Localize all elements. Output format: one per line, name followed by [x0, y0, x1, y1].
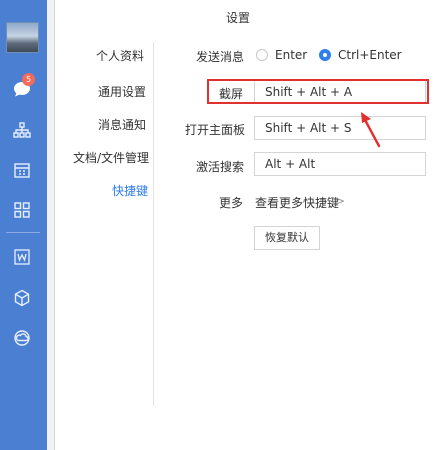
settings-window [54, 0, 444, 450]
unread-badge: 5 [22, 73, 35, 86]
open-panel-label: 打开主面板 [185, 123, 246, 137]
apps-icon[interactable] [11, 199, 33, 221]
sidebar-divider [6, 232, 40, 233]
more-label: 更多 [219, 196, 244, 210]
calendar-icon[interactable] [11, 159, 33, 181]
annotation-arrow-icon [361, 112, 381, 148]
nav-divider [153, 42, 154, 406]
open-panel-shortcut-input[interactable]: Shift + Alt + S [254, 116, 426, 140]
radio-enter[interactable] [256, 49, 268, 61]
radio-ctrl-enter-label[interactable]: Ctrl+Enter [338, 48, 402, 62]
send-message-label: 发送消息 [196, 50, 245, 64]
radio-enter-label[interactable]: Enter [275, 48, 307, 62]
org-icon[interactable] [11, 119, 33, 141]
nav-item-general[interactable]: 通用设置 [98, 83, 146, 100]
more-shortcuts-link[interactable]: 查看更多快捷键 [255, 194, 339, 211]
search-label: 激活搜索 [196, 160, 245, 174]
nav-item-file-management[interactable]: 文档/文件管理 [73, 149, 149, 166]
radio-ctrl-enter[interactable] [319, 49, 331, 61]
reset-default-button[interactable]: 恢复默认 [254, 226, 320, 250]
word-doc-icon[interactable] [11, 246, 33, 268]
nav-item-shortcuts[interactable]: 快捷键 [112, 182, 148, 199]
chevron-right-icon[interactable]: > [335, 194, 345, 208]
window-title: 设置 [226, 11, 251, 25]
search-shortcut-input[interactable]: Alt + Alt [254, 152, 426, 176]
cloud-icon[interactable] [11, 327, 33, 349]
avatar[interactable] [6, 22, 39, 53]
cube-icon[interactable] [11, 287, 33, 309]
app-sidebar: 5 [0, 0, 47, 450]
nav-item-notifications[interactable]: 消息通知 [98, 116, 146, 133]
nav-item-profile[interactable]: 个人资料 [96, 47, 144, 64]
highlight-box [207, 79, 429, 104]
